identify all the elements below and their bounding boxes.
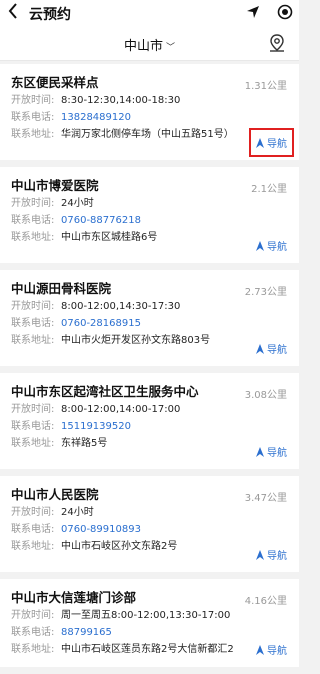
navigate-label: 导航 xyxy=(267,551,287,562)
hours-label: 开放时间: xyxy=(11,404,55,415)
site-phone[interactable]: 13828489120 xyxy=(61,109,131,126)
site-name: 中山市博爱医院 xyxy=(11,178,99,193)
site-card[interactable]: 中山源田骨科医院 2.73公里 开放时间: 8:00-12:00,14:30-17… xyxy=(0,270,299,366)
navigate-button[interactable]: 导航 xyxy=(256,642,287,657)
site-distance: 2.73公里 xyxy=(244,287,287,298)
address-label: 联系地址: xyxy=(11,129,55,140)
site-phone[interactable]: 0760-88776218 xyxy=(61,212,141,229)
hours-label: 开放时间: xyxy=(11,95,55,106)
city-name: 中山市 xyxy=(123,39,163,54)
site-hours: 24小时 xyxy=(61,198,94,209)
site-phone[interactable]: 15119139520 xyxy=(61,418,131,435)
navigate-icon xyxy=(256,446,264,457)
top-bar: 云预约 xyxy=(0,0,299,27)
city-selector[interactable]: 中山市 ﹀ xyxy=(0,35,299,54)
navigate-icon xyxy=(256,137,264,148)
site-address: 中山市石岐区莲员东路2号大信新都汇2 xyxy=(61,644,234,655)
navigate-button[interactable]: 导航 xyxy=(256,444,287,459)
navigate-label: 导航 xyxy=(267,139,287,150)
navigate-label: 导航 xyxy=(267,448,287,459)
site-hours: 24小时 xyxy=(61,507,94,518)
hours-label: 开放时间: xyxy=(11,610,55,621)
site-distance: 3.47公里 xyxy=(244,493,287,504)
site-address: 华润万家北侧停车场（中山五路51号） xyxy=(61,129,234,140)
address-label: 联系地址: xyxy=(11,335,55,346)
site-card[interactable]: 东区便民采样点 1.31公里 开放时间: 8:30-12:30,14:00-18:… xyxy=(0,64,299,160)
phone-label: 联系电话: xyxy=(11,627,55,638)
site-hours: 8:00-12:00,14:00-17:00 xyxy=(61,404,181,415)
navigate-icon xyxy=(256,343,264,354)
address-label: 联系地址: xyxy=(11,541,55,552)
site-name: 中山市人民医院 xyxy=(11,487,99,502)
city-bar: 中山市 ﹀ xyxy=(0,27,299,61)
site-hours: 8:00-12:00,14:30-17:30 xyxy=(61,301,181,312)
site-name: 中山市东区起湾社区卫生服务中心 xyxy=(11,384,199,399)
phone-label: 联系电话: xyxy=(11,112,55,123)
site-card[interactable]: 中山市东区起湾社区卫生服务中心 3.08公里 开放时间: 8:00-12:00,1… xyxy=(0,373,299,469)
phone-label: 联系电话: xyxy=(11,318,55,329)
address-label: 联系地址: xyxy=(11,644,55,655)
navigate-label: 导航 xyxy=(267,646,287,657)
map-pin-icon[interactable] xyxy=(267,33,287,57)
navigate-label: 导航 xyxy=(267,242,287,253)
site-distance: 4.16公里 xyxy=(244,596,287,607)
back-icon[interactable] xyxy=(0,3,26,24)
navigate-button[interactable]: 导航 xyxy=(256,547,287,562)
navigate-icon xyxy=(256,644,264,655)
site-phone[interactable]: 0760-28168915 xyxy=(61,315,141,332)
site-address: 中山市火炬开发区孙文东路803号 xyxy=(61,335,211,346)
site-hours: 8:30-12:30,14:00-18:30 xyxy=(61,95,181,106)
navigate-icon xyxy=(256,240,264,251)
phone-label: 联系电话: xyxy=(11,215,55,226)
navigate-button[interactable]: 导航 xyxy=(249,128,294,157)
location-arrow-icon[interactable] xyxy=(245,4,261,24)
phone-label: 联系电话: xyxy=(11,524,55,535)
site-distance: 1.31公里 xyxy=(244,81,287,92)
site-card[interactable]: 中山市博爱医院 2.1公里 开放时间: 24小时 联系电话: 0760-887762… xyxy=(0,167,299,263)
site-address: 东祥路5号 xyxy=(61,438,108,449)
chevron-down-icon: ﹀ xyxy=(166,43,176,53)
site-name: 中山市大信莲塘门诊部 xyxy=(11,590,137,605)
record-icon[interactable] xyxy=(277,4,293,24)
hours-label: 开放时间: xyxy=(11,198,55,209)
page-title: 云预约 xyxy=(29,6,71,23)
address-label: 联系地址: xyxy=(11,232,55,243)
site-card[interactable]: 中山市大信莲塘门诊部 4.16公里 开放时间: 周一至周五8:00-12:00,1… xyxy=(0,579,299,667)
site-name: 东区便民采样点 xyxy=(11,75,99,90)
site-distance: 2.1公里 xyxy=(251,184,287,195)
site-phone[interactable]: 88799165 xyxy=(61,624,112,641)
navigate-icon xyxy=(256,549,264,560)
site-phone[interactable]: 0760-89910893 xyxy=(61,521,141,538)
phone-label: 联系电话: xyxy=(11,421,55,432)
navigate-button[interactable]: 导航 xyxy=(256,341,287,356)
site-distance: 3.08公里 xyxy=(244,390,287,401)
address-label: 联系地址: xyxy=(11,438,55,449)
site-list: 东区便民采样点 1.31公里 开放时间: 8:30-12:30,14:00-18:… xyxy=(0,64,299,674)
navigate-button[interactable]: 导航 xyxy=(256,238,287,253)
hours-label: 开放时间: xyxy=(11,301,55,312)
navigate-label: 导航 xyxy=(267,345,287,356)
site-address: 中山市石岐区孙文东路2号 xyxy=(61,541,178,552)
hours-label: 开放时间: xyxy=(11,507,55,518)
site-name: 中山源田骨科医院 xyxy=(11,281,112,296)
site-address: 中山市东区城桂路6号 xyxy=(61,232,158,243)
site-card[interactable]: 中山市人民医院 3.47公里 开放时间: 24小时 联系电话: 0760-89910… xyxy=(0,476,299,572)
site-hours: 周一至周五8:00-12:00,13:30-17:00 xyxy=(61,610,231,621)
